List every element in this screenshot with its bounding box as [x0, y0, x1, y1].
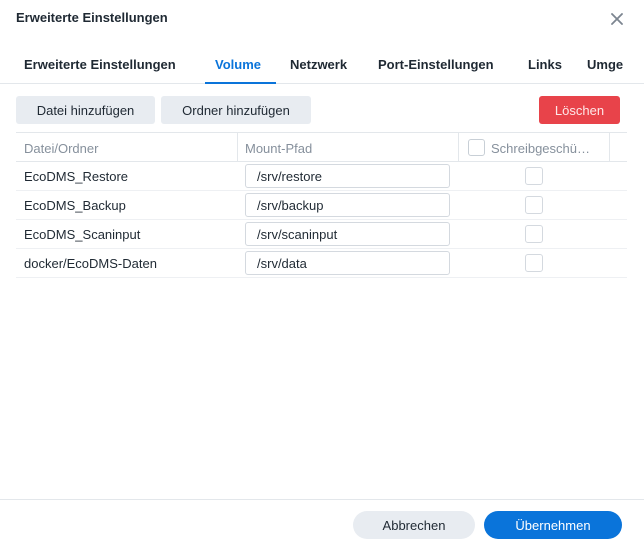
column-divider[interactable] — [458, 133, 459, 162]
dialog-title: Erweiterte Einstellungen — [16, 10, 168, 25]
active-tab-indicator — [205, 82, 276, 84]
mount-path-input[interactable] — [245, 193, 450, 217]
tab-links[interactable]: Links — [528, 57, 562, 72]
apply-button[interactable]: Übernehmen — [484, 511, 622, 539]
tab-bar: Erweiterte Einstellungen Volume Netzwerk… — [0, 38, 644, 84]
mount-path-input[interactable] — [245, 251, 450, 275]
close-icon — [611, 13, 623, 25]
row-folder-name: docker/EcoDMS-Daten — [24, 256, 157, 271]
table-header: Datei/Ordner Mount-Pfad Schreibgeschü… — [16, 132, 627, 162]
dialog-footer: Abbrechen Übernehmen — [0, 499, 644, 547]
table-row[interactable]: EcoDMS_Scaninput — [16, 220, 627, 249]
table-row[interactable]: EcoDMS_Restore — [16, 162, 627, 191]
column-header-readonly[interactable]: Schreibgeschü… — [491, 141, 590, 156]
mount-path-input[interactable] — [245, 164, 450, 188]
column-header-file-folder[interactable]: Datei/Ordner — [24, 141, 98, 156]
dialog-titlebar: Erweiterte Einstellungen — [0, 0, 644, 37]
tab-port-settings[interactable]: Port-Einstellungen — [378, 57, 494, 72]
cancel-button[interactable]: Abbrechen — [353, 511, 475, 539]
table-row[interactable]: docker/EcoDMS-Daten — [16, 249, 627, 278]
close-button[interactable] — [607, 9, 627, 29]
add-file-button[interactable]: Datei hinzufügen — [16, 96, 155, 124]
mount-path-input[interactable] — [245, 222, 450, 246]
readonly-checkbox[interactable] — [525, 167, 543, 185]
readonly-checkbox[interactable] — [525, 225, 543, 243]
select-all-readonly-checkbox[interactable] — [468, 139, 485, 156]
column-divider[interactable] — [609, 133, 610, 162]
tab-volume[interactable]: Volume — [215, 57, 261, 72]
tab-network[interactable]: Netzwerk — [290, 57, 347, 72]
add-folder-button[interactable]: Ordner hinzufügen — [161, 96, 311, 124]
volume-table: Datei/Ordner Mount-Pfad Schreibgeschü… E… — [16, 132, 627, 278]
readonly-checkbox[interactable] — [525, 254, 543, 272]
column-divider[interactable] — [237, 133, 238, 162]
tab-environment[interactable]: Umge — [587, 57, 623, 72]
tab-advanced-settings[interactable]: Erweiterte Einstellungen — [24, 57, 176, 72]
readonly-checkbox[interactable] — [525, 196, 543, 214]
table-row[interactable]: EcoDMS_Backup — [16, 191, 627, 220]
delete-button[interactable]: Löschen — [539, 96, 620, 124]
row-folder-name: EcoDMS_Backup — [24, 198, 126, 213]
row-folder-name: EcoDMS_Restore — [24, 169, 129, 184]
column-header-mount-path[interactable]: Mount-Pfad — [245, 141, 312, 156]
row-folder-name: EcoDMS_Scaninput — [24, 227, 141, 242]
